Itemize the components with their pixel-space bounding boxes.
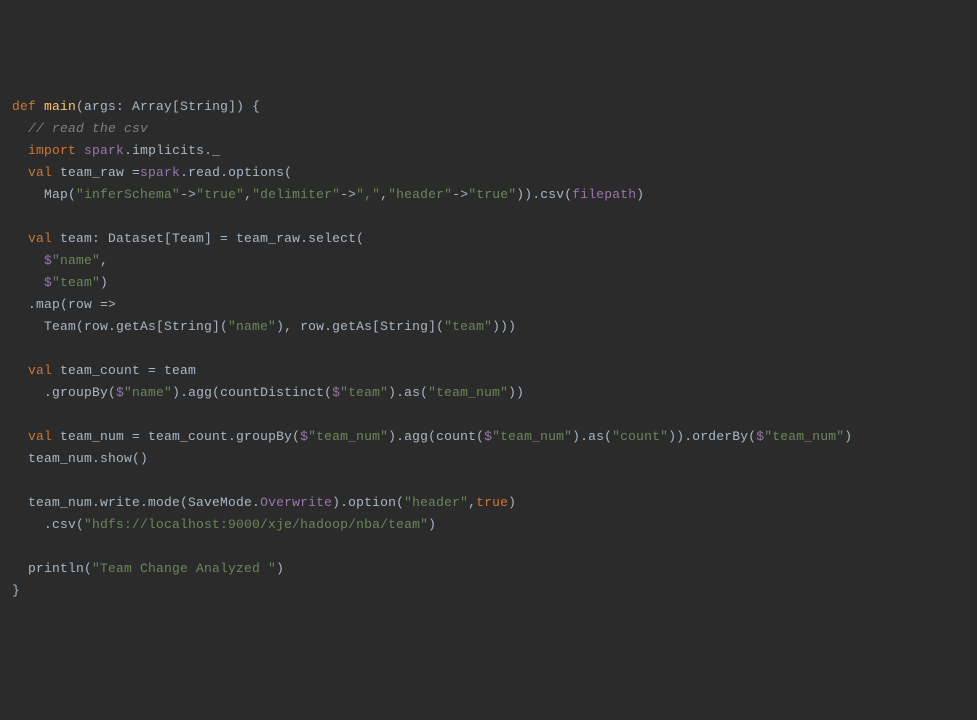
paren: ) bbox=[844, 429, 852, 444]
string: "true" bbox=[468, 187, 516, 202]
dollar: $ bbox=[332, 385, 340, 400]
pkg-spark: spark bbox=[84, 143, 124, 158]
code-text: ).agg(countDistinct( bbox=[172, 385, 332, 400]
keyword-val: val bbox=[28, 363, 52, 378]
string: "team_num" bbox=[492, 429, 572, 444]
dollar: $ bbox=[44, 253, 52, 268]
string: "delimiter" bbox=[252, 187, 340, 202]
keyword-val: val bbox=[28, 231, 52, 246]
dollar: $ bbox=[484, 429, 492, 444]
code-text: team_num.show() bbox=[28, 451, 148, 466]
comma: , bbox=[380, 187, 388, 202]
comma: , bbox=[468, 495, 476, 510]
keyword-import: import bbox=[28, 143, 76, 158]
pkg-spark: spark bbox=[140, 165, 180, 180]
code-text: ).option( bbox=[332, 495, 404, 510]
map-call: .map(row => bbox=[28, 297, 116, 312]
comma: , bbox=[244, 187, 252, 202]
code-text: team_raw = bbox=[52, 165, 140, 180]
string: "name" bbox=[52, 253, 100, 268]
implicits: .implicits._ bbox=[124, 143, 220, 158]
string: "name" bbox=[228, 319, 276, 334]
dollar: $ bbox=[116, 385, 124, 400]
string: "header" bbox=[404, 495, 468, 510]
code-text: team_count = team bbox=[52, 363, 196, 378]
params: (args: Array[String]) { bbox=[76, 99, 260, 114]
string: "inferSchema" bbox=[76, 187, 180, 202]
code-text: .read.options( bbox=[180, 165, 292, 180]
code-text: .csv( bbox=[44, 517, 84, 532]
code-text: ).as( bbox=[572, 429, 612, 444]
map-call: Map( bbox=[44, 187, 76, 202]
paren: ) bbox=[276, 561, 284, 576]
dollar: $ bbox=[300, 429, 308, 444]
code-text: )).orderBy( bbox=[668, 429, 756, 444]
string: "true" bbox=[196, 187, 244, 202]
string: "Team Change Analyzed " bbox=[92, 561, 276, 576]
paren: ) bbox=[508, 495, 516, 510]
string: "team_num" bbox=[308, 429, 388, 444]
string: "team_num" bbox=[428, 385, 508, 400]
code-block: def main(args: Array[String]) { // read … bbox=[12, 96, 965, 602]
code-text: team_num.write.mode(SaveMode. bbox=[28, 495, 260, 510]
keyword-val: val bbox=[28, 429, 52, 444]
dollar: $ bbox=[44, 275, 52, 290]
code-text: ).as( bbox=[388, 385, 428, 400]
comma: , bbox=[100, 253, 108, 268]
string: "header" bbox=[388, 187, 452, 202]
paren: ) bbox=[100, 275, 108, 290]
paren: ) bbox=[636, 187, 644, 202]
println: println( bbox=[28, 561, 92, 576]
string: "," bbox=[356, 187, 380, 202]
code-text: team: Dataset[Team] = team_raw.select( bbox=[52, 231, 364, 246]
code-text: )).csv( bbox=[516, 187, 572, 202]
string: "team_num" bbox=[764, 429, 844, 444]
close-brace: } bbox=[12, 583, 20, 598]
arrow: -> bbox=[180, 187, 196, 202]
string: "team" bbox=[340, 385, 388, 400]
code-text: .groupBy( bbox=[44, 385, 116, 400]
overwrite: Overwrite bbox=[260, 495, 332, 510]
code-text: team_num = team_count.groupBy( bbox=[52, 429, 300, 444]
string: "hdfs://localhost:9000/xje/hadoop/nba/te… bbox=[84, 517, 428, 532]
arrow: -> bbox=[340, 187, 356, 202]
paren: )) bbox=[508, 385, 524, 400]
function-name: main bbox=[44, 99, 76, 114]
keyword-def: def bbox=[12, 99, 36, 114]
code-text: ), row.getAs[String]( bbox=[276, 319, 444, 334]
string: "name" bbox=[124, 385, 172, 400]
code-text: Team(row.getAs[String]( bbox=[44, 319, 228, 334]
arrow: -> bbox=[452, 187, 468, 202]
string: "count" bbox=[612, 429, 668, 444]
code-text: ).agg(count( bbox=[388, 429, 484, 444]
paren: ) bbox=[428, 517, 436, 532]
comment: // read the csv bbox=[28, 121, 148, 136]
string: "team" bbox=[444, 319, 492, 334]
string: "team" bbox=[52, 275, 100, 290]
bool-true: true bbox=[476, 495, 508, 510]
keyword-val: val bbox=[28, 165, 52, 180]
filepath-var: filepath bbox=[572, 187, 636, 202]
paren: ))) bbox=[492, 319, 516, 334]
